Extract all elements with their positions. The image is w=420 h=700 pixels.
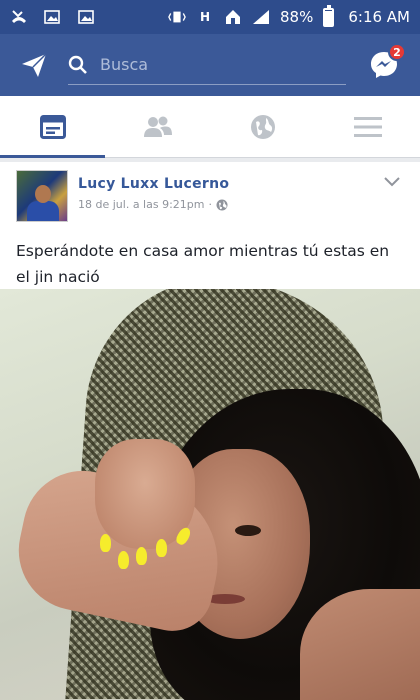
paper-plane-icon <box>22 53 47 77</box>
feed-post: Lucy Luxx Lucerno 18 de jul. a las 9:21p… <box>0 162 420 700</box>
home-icon <box>224 8 242 26</box>
publish-button[interactable] <box>16 47 52 83</box>
signal-bars-icon <box>252 8 270 26</box>
post-photo[interactable] <box>0 289 420 700</box>
author-avatar[interactable] <box>16 170 68 222</box>
tab-news-feed[interactable] <box>0 96 105 158</box>
author-name[interactable]: Lucy Luxx Lucerno <box>78 176 229 192</box>
globe-icon <box>216 199 228 210</box>
friends-icon <box>143 116 172 137</box>
image-notification-icon <box>44 8 62 26</box>
news-feed-icon <box>39 114 66 139</box>
image-notification-icon <box>78 8 96 26</box>
tab-notifications[interactable] <box>210 96 315 157</box>
post-options-button[interactable] <box>380 170 404 194</box>
battery-percent: 88% <box>280 8 314 26</box>
globe-icon <box>250 114 275 139</box>
status-bar: H 88% 6:16 AM <box>0 0 420 34</box>
meta-separator: · <box>208 198 212 211</box>
missed-call-icon <box>10 8 28 26</box>
clock: 6:16 AM <box>348 8 410 26</box>
battery-icon <box>323 4 335 27</box>
messenger-button[interactable]: 2 <box>364 43 406 85</box>
vibrate-icon <box>168 8 186 26</box>
messenger-badge: 2 <box>388 43 406 61</box>
tab-menu[interactable] <box>315 96 420 157</box>
search-input[interactable] <box>100 55 320 74</box>
h-signal-icon: H <box>199 10 211 24</box>
post-text: Esperándote en casa amor mientras tú est… <box>16 242 390 286</box>
search-icon <box>68 55 92 75</box>
hamburger-menu-icon <box>353 116 382 137</box>
chevron-down-icon <box>384 177 400 187</box>
search-box[interactable] <box>68 45 346 85</box>
tab-friends[interactable] <box>105 96 210 157</box>
post-timestamp[interactable]: 18 de jul. a las 9:21pm <box>78 198 204 211</box>
tab-bar <box>0 96 420 158</box>
post-header: Lucy Luxx Lucerno 18 de jul. a las 9:21p… <box>0 162 420 232</box>
top-bar: 2 <box>0 34 420 96</box>
